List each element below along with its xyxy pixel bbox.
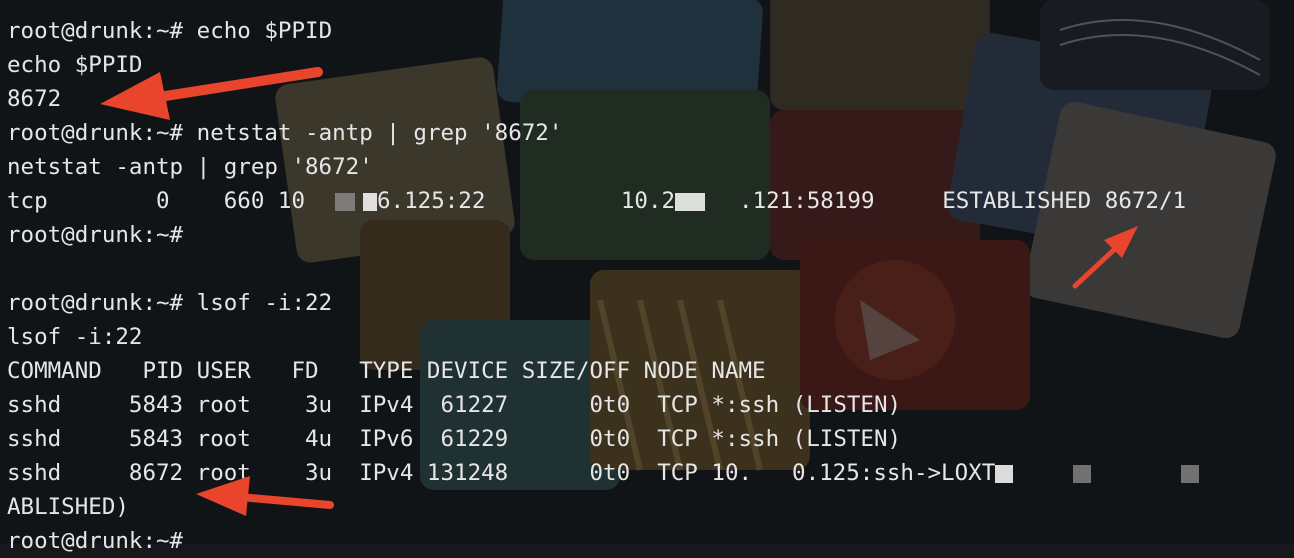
lsof-header: COMMAND PID USER FD TYPE DEVICE SIZE/OFF…	[7, 358, 766, 384]
redaction-mark	[335, 192, 356, 211]
ppid-output: 8672	[7, 86, 62, 112]
terminal-line: ABLISHED)	[7, 494, 129, 520]
redaction-mark	[675, 192, 706, 211]
netstat-row: tcp 0 660 10 6.125:22 10.2 .121:58199 ESTA…	[7, 184, 1294, 218]
shell-prompt: root@drunk:~#	[7, 120, 197, 146]
terminal-line: root@drunk:~# echo $PPID	[7, 14, 1294, 48]
shell-prompt: root@drunk:~#	[7, 18, 197, 44]
terminal-line: root@drunk:~#	[7, 528, 184, 554]
lsof-row: sshd 5843 root 3u IPv4 61227 0t0 TCP *:s…	[7, 392, 902, 418]
netstat-row-part: .121:58199 ESTABLISHED 8672/1	[739, 188, 1187, 214]
redaction-mark	[1181, 464, 1200, 483]
command-text: echo $PPID	[196, 18, 333, 44]
terminal-line: root@drunk:~# lsof -i:22	[7, 286, 1294, 320]
lsof-row: sshd 5843 root 4u IPv6 61229 0t0 TCP *:s…	[7, 426, 902, 452]
terminal-line: root@drunk:~#	[7, 222, 184, 248]
netstat-row-part: 6.125:22 10.2	[377, 188, 676, 214]
command-text: lsof -i:22	[196, 290, 333, 316]
redaction-mark	[995, 464, 1014, 483]
lsof-row-part: sshd 8672 root 3u IPv4 131248 0t0 TCP 10…	[7, 460, 753, 486]
terminal-line: lsof -i:22	[7, 324, 143, 350]
shell-prompt: root@drunk:~#	[7, 290, 197, 316]
netstat-row-part: tcp 0 660 10	[7, 188, 306, 214]
terminal-line: root@drunk:~# netstat -antp | grep '8672…	[7, 116, 1294, 150]
terminal-output[interactable]: root@drunk:~# echo $PPID echo $PPID 8672…	[7, 14, 1294, 554]
redaction-mark	[363, 192, 378, 211]
terminal-line: netstat -antp | grep '8672'	[7, 154, 373, 180]
command-text: netstat -antp | grep '8672'	[196, 120, 563, 146]
redaction-mark	[1073, 464, 1092, 483]
terminal-line: echo $PPID	[7, 52, 143, 78]
lsof-row: sshd 8672 root 3u IPv4 131248 0t0 TCP 10…	[7, 456, 1294, 490]
lsof-row-part: 0.125:ssh->LOXT	[792, 460, 996, 486]
